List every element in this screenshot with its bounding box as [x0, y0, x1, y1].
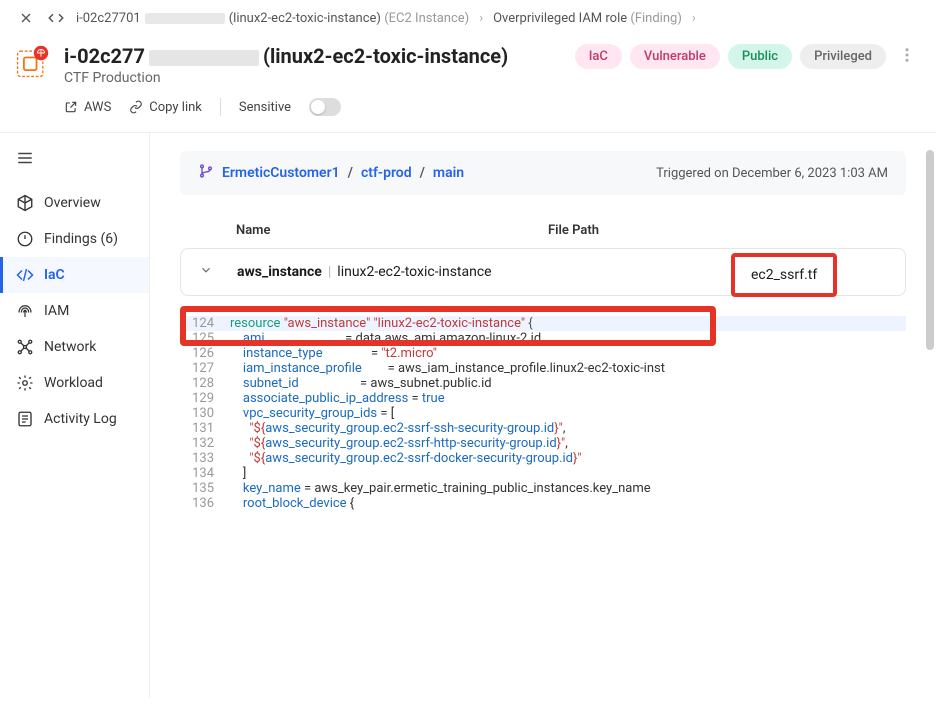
- line-number: 129: [180, 391, 230, 406]
- ec2-instance-icon: [14, 44, 50, 80]
- code-line: 127 iam_instance_profile = aws_iam_insta…: [180, 361, 906, 376]
- aws-link[interactable]: AWS: [64, 100, 111, 115]
- sidebar-label: Workload: [44, 375, 103, 391]
- cube-icon: [16, 194, 34, 212]
- code-content: "${aws_security_group.ec2-ssrf-docker-se…: [230, 451, 906, 466]
- more-icon[interactable]: [898, 46, 916, 68]
- tag-public[interactable]: Public: [728, 44, 792, 69]
- tag-vulnerable[interactable]: Vulnerable: [630, 44, 720, 69]
- copy-link[interactable]: Copy link: [129, 100, 202, 115]
- code-line: 134 ]: [180, 466, 906, 481]
- column-header-name: Name: [198, 223, 548, 238]
- code-line: 135 key_name = aws_key_pair.ermetic_trai…: [180, 481, 906, 496]
- sensitive-toggle-label: Sensitive: [239, 100, 291, 115]
- page-title: i-02c277(linux2-ec2-toxic-instance): [64, 44, 561, 68]
- resource-name: aws_instance|linux2-ec2-toxic-instance: [219, 264, 549, 280]
- code-icon: [16, 266, 34, 284]
- repo-org-link[interactable]: ErmeticCustomer1: [222, 165, 340, 181]
- line-number: 136: [180, 496, 230, 511]
- code-line: 133 "${aws_security_group.ec2-ssrf-docke…: [180, 451, 906, 466]
- network-icon: [16, 338, 34, 356]
- link-icon: [129, 100, 143, 114]
- code-content: resource "aws_instance" "linux2-ec2-toxi…: [230, 316, 906, 331]
- code-line: 131 "${aws_security_group.ec2-ssrf-ssh-s…: [180, 421, 906, 436]
- alert-icon: [16, 230, 34, 248]
- code-line: 128 subnet_id = aws_subnet.public.id: [180, 376, 906, 391]
- fingerprint-icon: [16, 302, 34, 320]
- line-number: 130: [180, 406, 230, 421]
- code-line: 126 instance_type = "t2.micro": [180, 346, 906, 361]
- line-number: 135: [180, 481, 230, 496]
- sidebar-item-workload[interactable]: Workload: [0, 365, 149, 401]
- code-content: vpc_security_group_ids = [: [230, 406, 906, 421]
- code-line: 136 root_block_device {: [180, 496, 906, 511]
- git-branch-icon: [198, 163, 214, 183]
- file-path-highlight: ec2_ssrf.tf: [731, 253, 837, 297]
- code-content: subnet_id = aws_subnet.public.id: [230, 376, 906, 391]
- sidebar-item-network[interactable]: Network: [0, 329, 149, 365]
- sidebar-label: Overview: [44, 195, 101, 211]
- tag-iac[interactable]: IaC: [575, 44, 622, 69]
- code-line: 129 associate_public_ip_address = true: [180, 391, 906, 406]
- sidebar-item-activity[interactable]: Activity Log: [0, 401, 149, 437]
- breadcrumb-sep-icon: ›: [692, 11, 696, 26]
- expand-icon[interactable]: [46, 8, 66, 28]
- line-number: 126: [180, 346, 230, 361]
- trigger-timestamp: Triggered on December 6, 2023 1:03 AM: [656, 166, 888, 181]
- code-line: 130 vpc_security_group_ids = [: [180, 406, 906, 421]
- line-number: 134: [180, 466, 230, 481]
- column-header-path: File Path: [548, 223, 888, 238]
- gear-icon: [16, 374, 34, 392]
- sidebar-label: IaC: [44, 267, 65, 283]
- sidebar-label: Network: [44, 339, 96, 355]
- breadcrumb-sep-icon: ›: [479, 11, 483, 26]
- sidebar-item-overview[interactable]: Overview: [0, 185, 149, 221]
- code-content: "${aws_security_group.ec2-ssrf-ssh-secur…: [230, 421, 906, 436]
- code-line: 132 "${aws_security_group.ec2-ssrf-http-…: [180, 436, 906, 451]
- table-row[interactable]: aws_instance|linux2-ec2-toxic-instance e…: [180, 248, 906, 296]
- repo-path: ErmeticCustomer1 / ctf-prod / main: [198, 163, 464, 183]
- sidebar-label: Findings (6): [44, 231, 118, 247]
- line-number: 132: [180, 436, 230, 451]
- code-content: root_block_device {: [230, 496, 906, 511]
- separator: [220, 98, 221, 116]
- breadcrumb-instance[interactable]: i-02c27701(linux2-ec2-toxic-instance) (E…: [76, 11, 469, 26]
- chevron-down-icon[interactable]: [199, 263, 219, 281]
- line-number: 128: [180, 376, 230, 391]
- code-line: 125 ami = data.aws_ami.amazon-linux-2.id: [180, 331, 906, 346]
- line-number: 125: [180, 331, 230, 346]
- code-content: "${aws_security_group.ec2-ssrf-http-secu…: [230, 436, 906, 451]
- code-content: key_name = aws_key_pair.ermetic_training…: [230, 481, 906, 496]
- line-number: 131: [180, 421, 230, 436]
- menu-icon[interactable]: [0, 143, 149, 185]
- code-content: ]: [230, 466, 906, 481]
- code-content: instance_type = "t2.micro": [230, 346, 906, 361]
- code-content: iam_instance_profile = aws_iam_instance_…: [230, 361, 906, 376]
- breadcrumb-finding[interactable]: Overprivileged IAM role (Finding): [493, 11, 682, 26]
- line-number: 133: [180, 451, 230, 466]
- repo-project-link[interactable]: ctf-prod: [361, 165, 412, 181]
- external-link-icon: [64, 100, 78, 114]
- scrollbar[interactable]: [926, 150, 934, 350]
- tag-privileged[interactable]: Privileged: [800, 44, 886, 69]
- code-content: associate_public_ip_address = true: [230, 391, 906, 406]
- repo-branch-link[interactable]: main: [433, 165, 464, 181]
- sidebar-item-findings[interactable]: Findings (6): [0, 221, 149, 257]
- log-icon: [16, 410, 34, 428]
- code-line: 124resource "aws_instance" "linux2-ec2-t…: [180, 316, 906, 331]
- line-number: 124: [180, 316, 230, 331]
- sidebar-label: IAM: [44, 303, 69, 319]
- sidebar-item-iam[interactable]: IAM: [0, 293, 149, 329]
- sidebar-item-iac[interactable]: IaC: [0, 257, 149, 293]
- sidebar-label: Activity Log: [44, 411, 117, 427]
- code-viewer: 124resource "aws_instance" "linux2-ec2-t…: [180, 316, 906, 511]
- sensitive-toggle[interactable]: [309, 98, 341, 116]
- close-icon[interactable]: [16, 8, 36, 28]
- page-subtitle: CTF Production: [64, 70, 561, 86]
- code-content: ami = data.aws_ami.amazon-linux-2.id: [230, 331, 906, 346]
- line-number: 127: [180, 361, 230, 376]
